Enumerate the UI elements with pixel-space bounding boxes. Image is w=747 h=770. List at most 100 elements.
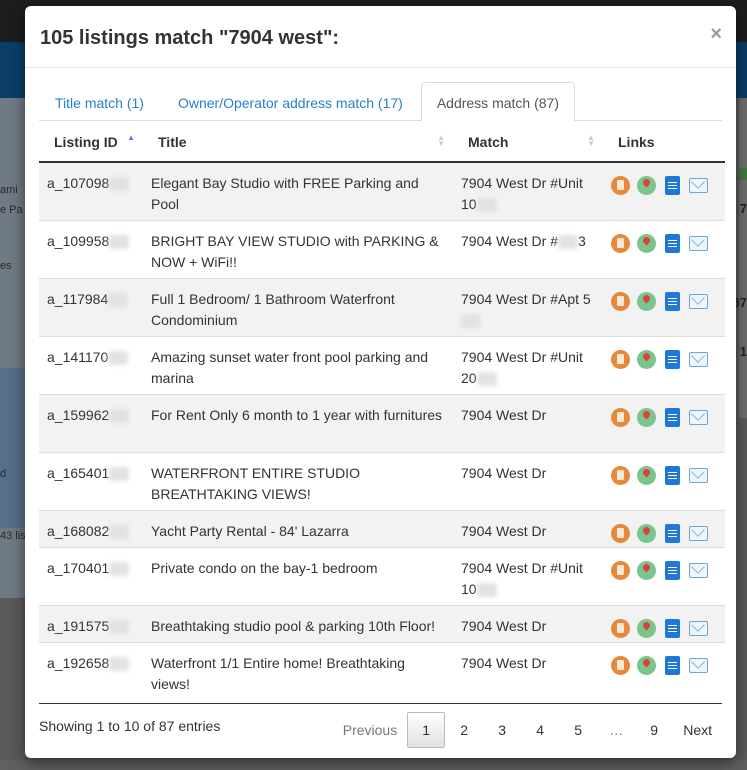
links-cell — [603, 641, 725, 700]
listing-id-cell: a_109958 — [39, 219, 143, 278]
clipboard-icon[interactable] — [611, 176, 630, 195]
links-cell — [603, 604, 725, 642]
mail-icon[interactable] — [689, 525, 708, 541]
document-icon[interactable] — [665, 655, 680, 675]
mail-icon[interactable] — [689, 620, 708, 636]
match-cell: 7904 West Dr — [453, 509, 603, 547]
clipboard-icon[interactable] — [611, 523, 630, 543]
mail-icon[interactable] — [689, 562, 708, 578]
clipboard-icon[interactable] — [611, 560, 630, 580]
tab-address-match[interactable]: Address match (87) — [420, 82, 575, 122]
page-button-5[interactable]: 5 — [559, 712, 597, 748]
document-icon[interactable] — [665, 618, 680, 638]
next-page-button[interactable]: Next — [673, 712, 722, 748]
mail-icon[interactable] — [689, 409, 708, 425]
listing-id: a_109958 — [47, 232, 110, 249]
links-cell — [603, 162, 725, 220]
modal-body: Title match (1) Owner/Operator address m… — [25, 68, 736, 700]
column-label: Title — [158, 133, 187, 150]
clipboard-icon[interactable] — [611, 465, 630, 485]
column-label: Match — [468, 133, 509, 150]
column-header-listing-id[interactable]: Listing ID ▲ — [39, 122, 143, 163]
clipboard-icon[interactable] — [611, 655, 630, 675]
mail-icon[interactable] — [689, 235, 708, 251]
tab-owner-address-match[interactable]: Owner/Operator address match (17) — [162, 82, 419, 121]
map-pin-icon[interactable] — [637, 465, 656, 485]
mail-icon[interactable] — [689, 351, 708, 367]
redacted-text — [109, 656, 130, 671]
document-icon[interactable] — [665, 560, 680, 580]
document-icon[interactable] — [665, 233, 680, 253]
title-cell: Breathtaking studio pool & parking 10th … — [143, 604, 453, 642]
table-row: a_192658 Waterfront 1/1 Entire home! Bre… — [39, 641, 725, 700]
listing-title: Waterfront 1/1 Entire home! Breathtaking… — [151, 654, 405, 692]
clipboard-icon[interactable] — [611, 233, 630, 253]
entries-info: Showing 1 to 10 of 87 entries — [39, 718, 221, 734]
map-pin-icon[interactable] — [637, 560, 656, 580]
match-address: 7904 West Dr — [461, 617, 547, 634]
map-pin-icon[interactable] — [637, 176, 656, 195]
links-cell — [603, 451, 725, 510]
listing-id: a_168082 — [47, 522, 110, 539]
document-icon[interactable] — [665, 407, 680, 427]
listing-title: Breathtaking studio pool & parking 10th … — [151, 617, 436, 634]
page-button-2[interactable]: 2 — [445, 712, 483, 748]
page-button-9[interactable]: 9 — [635, 712, 673, 748]
map-label: es — [0, 260, 12, 272]
clipboard-icon[interactable] — [611, 291, 630, 311]
close-icon[interactable]: × — [710, 24, 722, 44]
map-pin-icon[interactable] — [637, 233, 656, 253]
map-label: 43 lis — [0, 530, 26, 542]
page-button-4[interactable]: 4 — [521, 712, 559, 748]
document-icon[interactable] — [665, 176, 680, 195]
listings-table: Listing ID ▲ Title ▲ ▼ Match ▲ ▼ Links a… — [39, 122, 725, 700]
match-cell: 7904 West Dr — [453, 393, 603, 452]
mail-icon[interactable] — [689, 467, 708, 483]
mail-icon[interactable] — [689, 178, 708, 193]
clipboard-icon[interactable] — [611, 618, 630, 638]
table-row: a_191575 Breathtaking studio pool & park… — [39, 604, 725, 642]
map-pin-icon[interactable] — [637, 407, 656, 427]
clipboard-icon[interactable] — [611, 407, 630, 427]
links-cell — [603, 393, 725, 452]
listing-title: Amazing sunset water front pool parking … — [151, 348, 429, 386]
column-header-title[interactable]: Title ▲ ▼ — [143, 122, 453, 163]
background-value: 1 — [739, 344, 747, 359]
document-icon[interactable] — [665, 349, 680, 369]
match-address: 7904 West Dr — [461, 464, 547, 481]
title-cell: WATERFRONT ENTIRE STUDIO BREATHTAKING VI… — [143, 451, 453, 510]
match-address: 7904 West Dr — [461, 654, 547, 671]
listing-id: a_192658 — [47, 654, 110, 671]
clipboard-icon[interactable] — [611, 349, 630, 369]
redacted-text — [109, 561, 130, 576]
table-row: a_107098 Elegant Bay Studio with FREE Pa… — [39, 162, 725, 220]
listing-id-cell: a_107098 — [39, 162, 143, 220]
redacted-text — [109, 619, 130, 634]
document-icon[interactable] — [665, 291, 680, 311]
tab-title-match[interactable]: Title match (1) — [39, 82, 160, 121]
listing-title: WATERFRONT ENTIRE STUDIO BREATHTAKING VI… — [151, 464, 360, 502]
redacted-text — [108, 350, 129, 365]
title-cell: Yacht Party Rental - 84' Lazarra — [143, 509, 453, 547]
title-cell: BRIGHT BAY VIEW STUDIO with PARKING & NO… — [143, 219, 453, 278]
document-icon[interactable] — [665, 523, 680, 543]
page-button-1[interactable]: 1 — [407, 712, 446, 748]
map-pin-icon[interactable] — [637, 349, 656, 369]
listing-id: a_117984 — [47, 290, 109, 307]
previous-page-button[interactable]: Previous — [333, 712, 407, 748]
listing-id: a_191575 — [47, 617, 110, 634]
redacted-text — [461, 313, 481, 328]
mail-icon[interactable] — [689, 293, 708, 309]
map-pin-icon[interactable] — [637, 655, 656, 675]
map-pin-icon[interactable] — [637, 618, 656, 638]
page-button-3[interactable]: 3 — [483, 712, 521, 748]
mail-icon[interactable] — [689, 657, 708, 673]
table-row: a_109958 BRIGHT BAY VIEW STUDIO with PAR… — [39, 219, 725, 278]
map-pin-icon[interactable] — [637, 291, 656, 311]
column-header-match[interactable]: Match ▲ ▼ — [453, 122, 603, 163]
document-icon[interactable] — [665, 465, 680, 485]
listing-id-cell: a_165401 — [39, 451, 143, 510]
map-pin-icon[interactable] — [637, 523, 656, 543]
listing-title: For Rent Only 6 month to 1 year with fur… — [151, 406, 443, 423]
match-address: 7904 West Dr #Apt 5 — [461, 290, 591, 307]
